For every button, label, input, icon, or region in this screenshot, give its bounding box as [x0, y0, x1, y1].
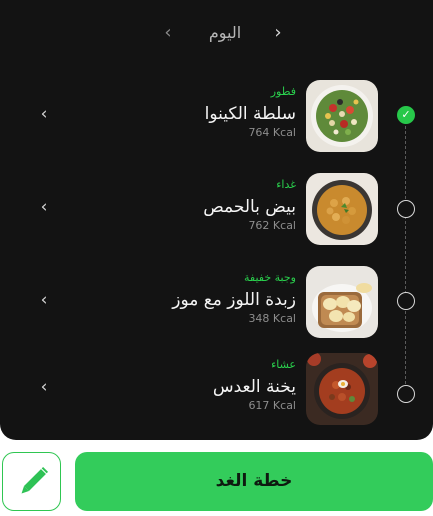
tomorrow-plan-button[interactable]: خطة الغد	[75, 452, 433, 511]
chevron-left-icon[interactable]: ‹	[34, 102, 54, 126]
meal-type-label: وجبة خفيفة	[244, 271, 296, 284]
quinoa-salad-image	[306, 80, 378, 152]
pencil-icon	[21, 466, 49, 494]
meal-item-dinner[interactable]: عشاء يخنة العدس 617 Kcal ‹	[0, 353, 433, 429]
almond-butter-banana-image	[306, 266, 378, 338]
meal-name: سلطة الكينوا	[204, 104, 296, 124]
chickpea-eggs-image	[306, 173, 378, 245]
meal-item-breakfast[interactable]: فطور سلطة الكينوا 764 Kcal ‹	[0, 80, 433, 156]
meal-plan-card: ‹ اليوم › ✓ فطور سلطة الكينوا 764 Kcal ‹…	[0, 0, 433, 440]
chevron-left-icon[interactable]: ‹	[158, 21, 178, 45]
meal-text: عشاء يخنة العدس 617 Kcal	[56, 357, 296, 413]
day-navigator: ‹ اليوم ›	[0, 18, 433, 48]
meal-text: وجبة خفيفة زبدة اللوز مع موز 348 Kcal	[56, 270, 296, 326]
day-label: اليوم	[208, 23, 242, 42]
chevron-left-icon[interactable]: ‹	[34, 195, 54, 219]
meal-calories: 764 Kcal	[248, 126, 296, 139]
chevron-right-icon[interactable]: ›	[268, 21, 288, 45]
meal-text: غداء بيض بالحمص 762 Kcal	[56, 177, 296, 233]
meal-type-label: غداء	[276, 178, 296, 191]
meal-text: فطور سلطة الكينوا 764 Kcal	[56, 84, 296, 140]
meal-type-label: فطور	[270, 85, 296, 98]
lentil-stew-image	[306, 353, 378, 425]
chevron-left-icon[interactable]: ‹	[34, 288, 54, 312]
chevron-left-icon[interactable]: ‹	[34, 375, 54, 399]
meal-name: بيض بالحمص	[203, 197, 296, 217]
meal-calories: 348 Kcal	[248, 312, 296, 325]
edit-button[interactable]	[2, 452, 61, 511]
meal-name: زبدة اللوز مع موز	[172, 290, 296, 310]
meal-calories: 617 Kcal	[248, 399, 296, 412]
meal-name: يخنة العدس	[212, 377, 296, 397]
meal-item-snack[interactable]: وجبة خفيفة زبدة اللوز مع موز 348 Kcal ‹	[0, 266, 433, 342]
meal-item-lunch[interactable]: غداء بيض بالحمص 762 Kcal ‹	[0, 173, 433, 249]
meal-type-label: عشاء	[271, 358, 296, 371]
meal-calories: 762 Kcal	[248, 219, 296, 232]
